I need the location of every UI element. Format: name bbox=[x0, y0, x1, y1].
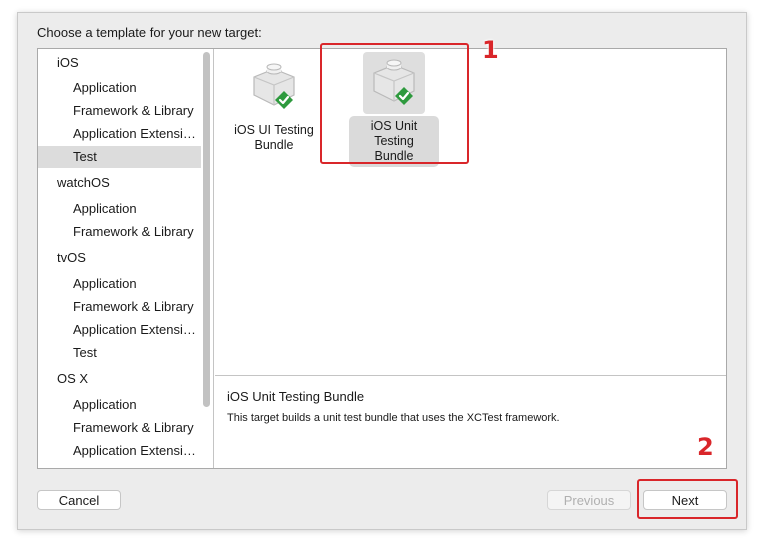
cancel-button[interactable]: Cancel bbox=[37, 490, 121, 510]
sidebar-item-tvos-application-extension[interactable]: Application Extensi… bbox=[38, 319, 201, 341]
sidebar-item-ios-application-extension[interactable]: Application Extensi… bbox=[38, 123, 201, 145]
annotation-marker-1: 1 bbox=[482, 36, 499, 64]
test-bundle-icon bbox=[243, 56, 305, 118]
sidebar-group-osx[interactable]: OS X bbox=[38, 368, 201, 390]
sidebar-scroll-thumb[interactable] bbox=[203, 52, 210, 407]
sidebar-item-tvos-framework-library[interactable]: Framework & Library bbox=[38, 296, 201, 318]
description-divider bbox=[215, 375, 726, 376]
sidebar-group-ios[interactable]: iOS bbox=[38, 52, 201, 74]
sidebar-item-watchos-framework-library[interactable]: Framework & Library bbox=[38, 221, 201, 243]
sidebar-item-ios-framework-library[interactable]: Framework & Library bbox=[38, 100, 201, 122]
sidebar-item-osx-framework-library[interactable]: Framework & Library bbox=[38, 417, 201, 439]
sidebar-item-ios-test[interactable]: Test bbox=[38, 146, 201, 168]
sidebar-item-watchos-application[interactable]: Application bbox=[38, 198, 201, 220]
annotation-highlight-next bbox=[637, 479, 738, 519]
description-text: This target builds a unit test bundle th… bbox=[227, 412, 560, 424]
sidebar-item-osx-application[interactable]: Application bbox=[38, 394, 201, 416]
sidebar-item-tvos-test[interactable]: Test bbox=[38, 342, 201, 364]
template-label: iOS UI Testing Bundle bbox=[234, 123, 314, 152]
sidebar-item-tvos-application[interactable]: Application bbox=[38, 273, 201, 295]
sidebar-group-tvos[interactable]: tvOS bbox=[38, 247, 201, 269]
platform-sidebar: iOS Application Framework & Library Appl… bbox=[38, 49, 201, 468]
sidebar-item-osx-application-extension[interactable]: Application Extensi… bbox=[38, 440, 201, 462]
annotation-marker-2: 2 bbox=[697, 433, 714, 461]
template-ios-ui-testing-bundle[interactable]: iOS UI Testing Bundle bbox=[229, 56, 319, 156]
sidebar-group-watchos[interactable]: watchOS bbox=[38, 172, 201, 194]
sidebar-item-ios-application[interactable]: Application bbox=[38, 77, 201, 99]
annotation-highlight-template bbox=[320, 43, 469, 164]
dialog-prompt: Choose a template for your new target: bbox=[37, 25, 262, 40]
description-title: iOS Unit Testing Bundle bbox=[227, 389, 365, 404]
previous-button[interactable]: Previous bbox=[547, 490, 631, 510]
